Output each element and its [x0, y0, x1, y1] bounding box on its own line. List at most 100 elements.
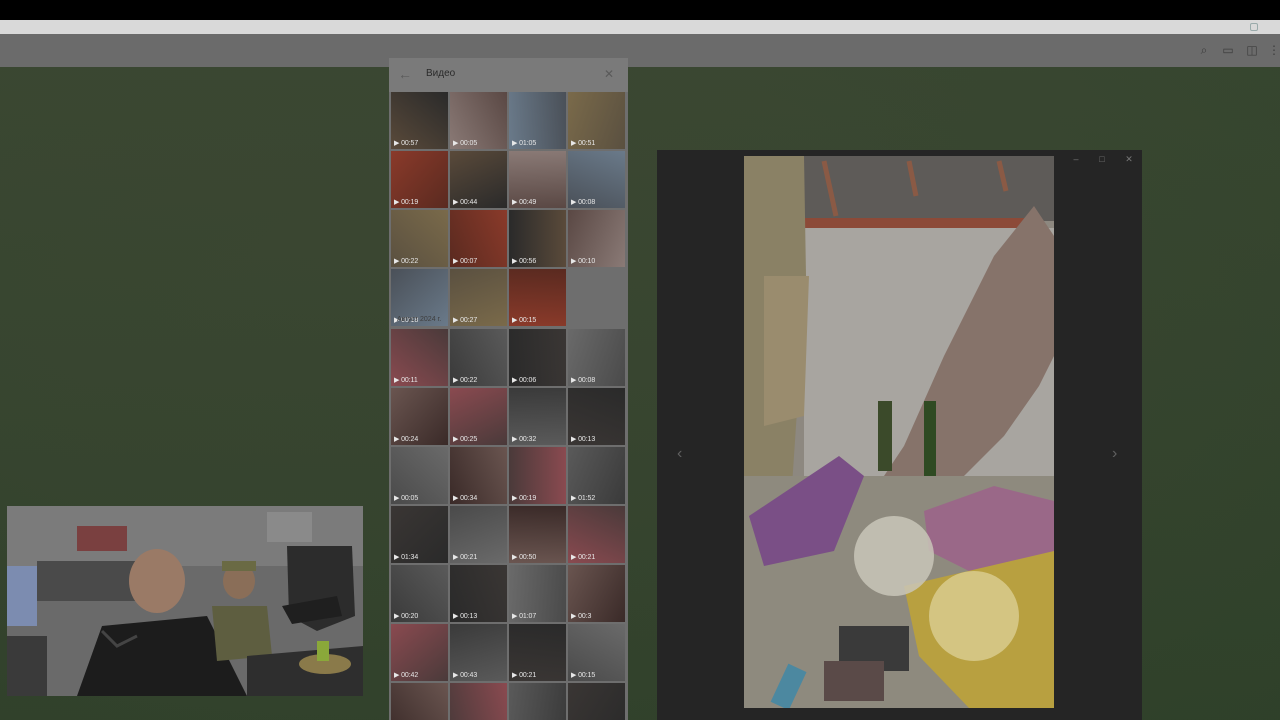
video-thumbnail[interactable] — [391, 683, 448, 720]
video-duration: ▶ 00:32 — [512, 436, 537, 443]
video-thumbnail[interactable]: ▶ 00:3 — [568, 565, 625, 622]
video-thumbnail[interactable]: ▶ 00:25 — [450, 388, 507, 445]
video-duration: ▶ 00:08 — [571, 377, 596, 384]
video-panel-title: Видео — [426, 68, 456, 79]
video-thumbnail[interactable]: ▶ 00:49 — [509, 151, 566, 208]
month-label: Август 2024 г. — [397, 316, 442, 323]
video-duration: ▶ 00:08 — [571, 199, 596, 206]
video-thumbnail[interactable]: ▶ 00:22 — [391, 210, 448, 267]
video-duration: ▶ 00:34 — [453, 495, 478, 502]
video-panel-header: ← Видео ✕ — [389, 58, 628, 92]
video-duration: ▶ 00:19 — [512, 495, 537, 502]
video-thumbnail[interactable]: ▶ 00:24 — [391, 388, 448, 445]
video-duration: ▶ 00:57 — [394, 140, 419, 147]
video-duration: ▶ 01:07 — [512, 613, 537, 620]
video-duration: ▶ 00:51 — [571, 140, 596, 147]
video-thumbnail[interactable] — [450, 683, 507, 720]
video-duration: ▶ 00:42 — [394, 672, 419, 679]
search-icon[interactable]: ⌕ — [1196, 42, 1212, 58]
video-thumbnail[interactable]: ▶ 00:44 — [450, 151, 507, 208]
video-duration: ▶ 01:52 — [571, 495, 596, 502]
viewer-video-frame[interactable] — [744, 156, 1054, 708]
video-duration: ▶ 00:07 — [453, 258, 478, 265]
video-duration: ▶ 00:43 — [453, 672, 478, 679]
video-thumbnail[interactable]: ▶ 00:13 — [568, 388, 625, 445]
video-thumbnail[interactable]: ▶ 00:15 — [568, 624, 625, 681]
video-thumbnail[interactable]: ▶ 00:32 — [509, 388, 566, 445]
recent-video-grid: ▶ 00:57 ▶ 00:05 ▶ 01:05 ▶ 00:51 ▶ 00:19 ▶ 00:… — [391, 92, 627, 326]
chevron-left-icon[interactable]: ‹ — [677, 445, 682, 463]
sidebar-toggle-icon[interactable]: ◫ — [1244, 42, 1260, 58]
video-thumbnail[interactable]: ▶ 00:13 — [450, 565, 507, 622]
video-duration: ▶ 00:19 — [394, 199, 419, 206]
video-thumbnail[interactable]: ▶ 00:42 — [391, 624, 448, 681]
video-thumbnail[interactable]: ▶ 00:19 — [391, 151, 448, 208]
video-duration: ▶ 00:22 — [453, 377, 478, 384]
august-video-grid: ▶ 00:11 ▶ 00:22 ▶ 00:06 ▶ 00:08 ▶ 00:24 ▶ 00:… — [391, 329, 627, 720]
video-duration: ▶ 00:13 — [453, 613, 478, 620]
video-thumbnail[interactable]: ▶ 00:05 — [391, 447, 448, 504]
video-duration: ▶ 00:56 — [512, 258, 537, 265]
video-duration: ▶ 00:10 — [571, 258, 596, 265]
video-duration: ▶ 00:49 — [512, 199, 537, 206]
video-thumbnail[interactable]: ▶ 00:15 — [509, 269, 566, 326]
video-thumbnail[interactable]: ▶ 00:21 — [509, 624, 566, 681]
video-thumbnail[interactable]: ▶ 00:21 — [568, 506, 625, 563]
video-thumbnail[interactable]: ▶ 00:06 — [509, 329, 566, 386]
close-icon[interactable]: ✕ — [1123, 154, 1135, 165]
window-title-bar — [0, 20, 1280, 34]
video-thumbnail[interactable]: ▶ 01:05 — [509, 92, 566, 149]
video-thumbnail[interactable] — [568, 683, 625, 720]
video-duration: ▶ 00:3 — [571, 613, 592, 620]
video-thumbnail[interactable]: ▶ 00:50 — [509, 506, 566, 563]
video-thumbnail[interactable]: ▶ 00:43 — [450, 624, 507, 681]
comments-icon[interactable]: ▭ — [1220, 42, 1236, 58]
close-icon[interactable]: ✕ — [604, 67, 618, 81]
empty-slot — [568, 269, 625, 326]
minimize-icon[interactable]: – — [1070, 154, 1082, 164]
video-thumbnail[interactable]: ▶ 00:27 — [450, 269, 507, 326]
video-duration: ▶ 00:15 — [571, 672, 596, 679]
video-thumbnail[interactable]: ▶ 00:19 — [509, 447, 566, 504]
maximize-icon[interactable]: □ — [1096, 154, 1108, 164]
video-duration: ▶ 00:24 — [394, 436, 419, 443]
video-duration: ▶ 00:20 — [394, 613, 419, 620]
window-control-icon[interactable] — [1250, 23, 1258, 31]
video-thumbnail[interactable]: ▶ 01:07 — [509, 565, 566, 622]
video-thumbnail[interactable]: ▶ 00:07 — [450, 210, 507, 267]
video-duration: ▶ 00:06 — [512, 377, 537, 384]
video-thumbnail[interactable]: ▶ 00:34 — [450, 447, 507, 504]
video-thumbnail[interactable]: ▶ 00:08 — [568, 151, 625, 208]
chevron-right-icon[interactable]: › — [1112, 445, 1117, 463]
media-viewer: – □ ✕ ‹ › — [657, 150, 1142, 720]
more-vertical-icon[interactable]: ⋮ — [1266, 42, 1280, 58]
video-panel: ← Видео ✕ ▶ 00:57 ▶ 00:05 ▶ 01:05 ▶ 00:51 ▶ … — [389, 58, 628, 720]
video-frame-image — [744, 156, 1054, 708]
video-thumbnail[interactable]: ▶ 01:52 — [568, 447, 625, 504]
video-thumbnail[interactable]: ▶ 00:11 — [391, 329, 448, 386]
video-thumbnail[interactable]: ▶ 00:51 — [568, 92, 625, 149]
video-duration: ▶ 00:21 — [453, 554, 478, 561]
video-thumbnail[interactable]: ▶ 00:57 — [391, 92, 448, 149]
video-duration: ▶ 00:05 — [453, 140, 478, 147]
video-thumbnail[interactable]: ▶ 01:34 — [391, 506, 448, 563]
webcam-overlay — [7, 506, 363, 696]
video-thumbnail[interactable]: ▶ 00:08 — [568, 329, 625, 386]
video-duration: ▶ 01:05 — [512, 140, 537, 147]
app-header: ⌕ ▭ ◫ ⋮ — [0, 34, 1280, 67]
video-duration: ▶ 00:05 — [394, 495, 419, 502]
arrow-left-icon[interactable]: ← — [398, 66, 414, 82]
video-thumbnail[interactable]: ▶ 00:22 — [450, 329, 507, 386]
video-duration: ▶ 00:50 — [512, 554, 537, 561]
video-thumbnail[interactable]: ▶ 00:20 — [391, 565, 448, 622]
video-thumbnail[interactable]: ▶ 00:56 — [509, 210, 566, 267]
video-thumbnail[interactable]: ▶ 00:05 — [450, 92, 507, 149]
video-thumbnail[interactable]: ▶ 00:21 — [450, 506, 507, 563]
video-duration: ▶ 00:11 — [394, 377, 418, 384]
video-duration: ▶ 00:21 — [512, 672, 537, 679]
video-duration: ▶ 00:21 — [571, 554, 596, 561]
video-thumbnail[interactable]: ▶ 00:10 — [568, 210, 625, 267]
video-thumbnail[interactable] — [509, 683, 566, 720]
video-duration: ▶ 00:22 — [394, 258, 419, 265]
video-duration: ▶ 00:15 — [512, 317, 537, 324]
